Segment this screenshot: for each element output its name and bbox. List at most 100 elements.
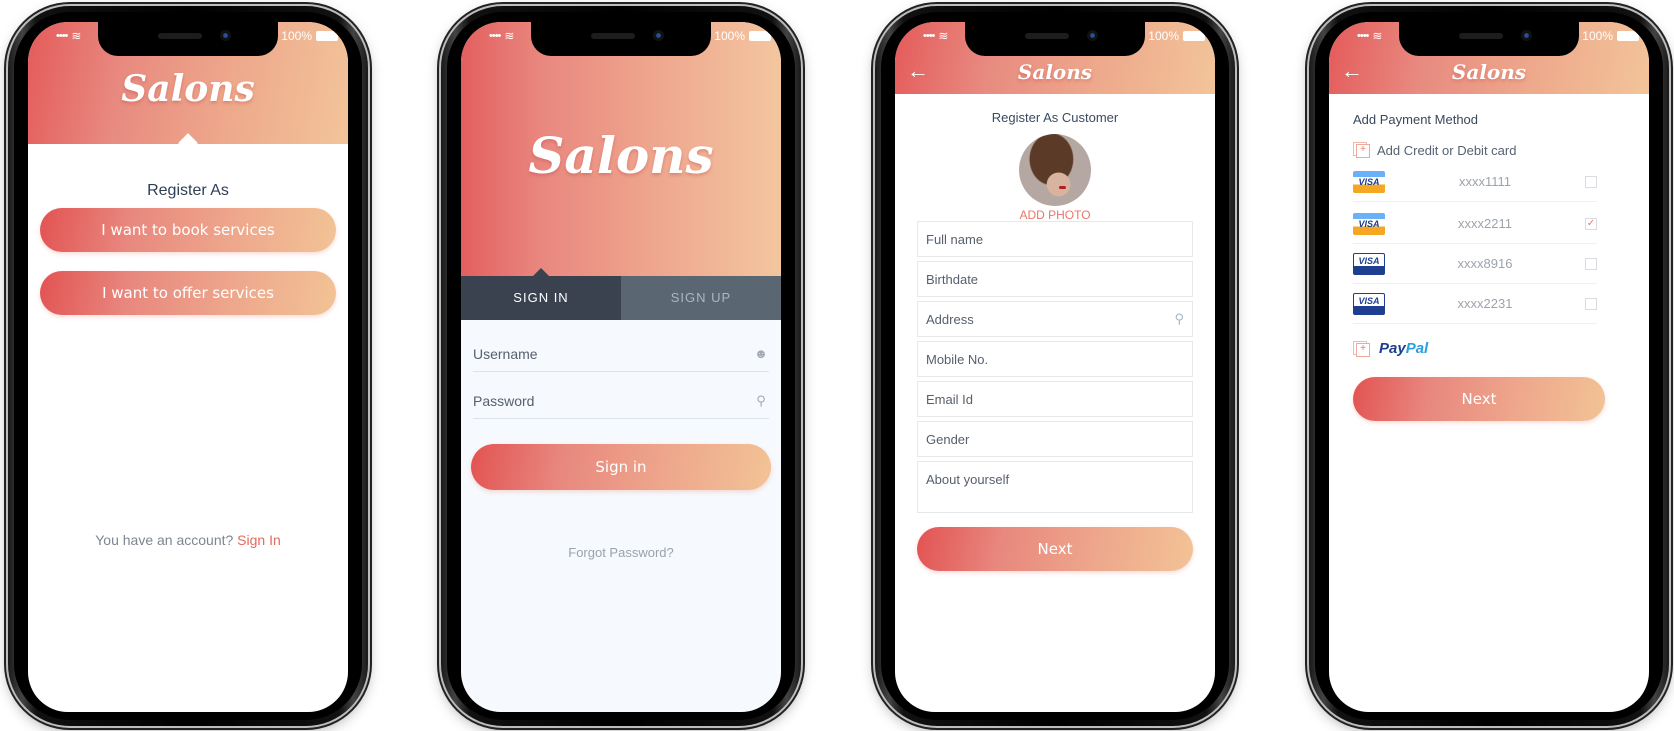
card-number: xxxx2231 [1457,296,1513,311]
battery-icon [316,31,338,41]
password-placeholder: Password [473,392,535,409]
card-checkbox[interactable] [1585,297,1597,310]
address-placeholder: Address [926,311,974,327]
card-number: xxxx8916 [1457,256,1513,271]
status-left: •••• ≋ [489,29,514,43]
add-paypal-icon [1353,340,1370,357]
next-button[interactable]: Next [1353,377,1605,421]
phone-sign-in: Salons •••• ≋ 100% SIGN IN SIGN UP Userna… [441,6,801,726]
screen-register-customer: ← Salons •••• ≋ 100% Register As Customer… [895,22,1215,712]
signin-prompt-text: You have an account? [95,532,234,548]
add-card-label: Add Credit or Debit card [1377,142,1517,158]
visa-debit-card-icon: VISA [1353,292,1385,315]
card-row[interactable]: VISA xxxx2211 ✓ [1353,204,1597,244]
phone-payment-method: ← Salons ••••≋ 100% Add Payment Method A… [1309,6,1669,726]
offer-services-button[interactable]: I want to offer services [40,271,336,315]
status-right: 100% [714,29,771,43]
email-placeholder: Email Id [926,391,973,407]
mobile-placeholder: Mobile No. [926,351,989,367]
tab-caret [533,268,549,276]
signal-icon: •••• [489,30,501,42]
signal-icon: •••• [56,30,68,42]
card-number: xxxx2211 [1458,216,1512,231]
birthdate-input[interactable]: Birthdate [917,261,1193,297]
card-row[interactable]: VISA xxxx2231 [1353,284,1597,324]
signal-icon: •••• [1357,30,1369,42]
full-name-input[interactable]: Full name [917,221,1193,257]
signin-prompt: You have an account? Sign In [28,532,348,548]
book-services-button[interactable]: I want to book services [40,208,336,252]
notch [1399,22,1579,56]
notch [98,22,278,56]
register-customer-title: Register As Customer [991,110,1119,125]
user-icon: ☻ [754,345,768,361]
wifi-icon: ≋ [504,29,515,43]
add-card-button[interactable]: Add Credit or Debit card [1353,142,1516,158]
add-paypal-button[interactable]: PayPal [1353,340,1428,357]
about-textarea[interactable]: About yourself [917,461,1193,513]
gender-placeholder: Gender [926,431,970,447]
phone-register-customer: ← Salons •••• ≋ 100% Register As Customer… [875,6,1235,726]
mobile-input[interactable]: Mobile No. [917,341,1193,377]
header: Salons [461,22,781,276]
register-title: Register As [147,182,229,199]
add-card-icon [1353,142,1370,158]
app-logo: Salons [121,68,255,110]
username-placeholder: Username [473,345,538,362]
battery-icon [1617,31,1639,41]
status-left: •••• ≋ [56,29,81,43]
signal-icon: •••• [923,30,935,42]
full-name-placeholder: Full name [926,231,984,247]
password-input[interactable]: Password ⚲ [473,383,769,419]
visa-debit-card-icon: VISA [1353,252,1385,275]
mockup-stage: Salons •••• ≋ 100% Register As I want to … [0,0,1674,731]
about-placeholder: About yourself [926,472,1010,487]
status-left: •••• ≋ [923,29,948,43]
battery-percent: 100% [281,29,312,43]
payment-title: Add Payment Method [1353,112,1479,127]
status-left: •••• ≋ [1357,29,1382,43]
status-right: 100% [1148,29,1205,43]
card-row[interactable]: VISA xxxx8916 [1353,244,1597,284]
battery-icon [749,31,771,41]
card-checkbox[interactable] [1585,257,1597,270]
card-number: xxxx1111 [1458,174,1512,189]
next-button[interactable]: Next [917,527,1193,571]
card-checkbox[interactable] [1585,175,1597,188]
card-checkbox-checked[interactable]: ✓ [1585,217,1597,230]
add-photo-link[interactable]: ADD PHOTO [895,208,1215,222]
key-icon: ⚲ [756,392,766,408]
signin-link[interactable]: Sign In [237,532,281,548]
status-right: 100% [1582,29,1639,43]
paypal-logo: PayPal [1379,340,1429,357]
notch [531,22,711,56]
visa-card-icon: VISA [1353,212,1385,235]
tab-sign-up[interactable]: SIGN UP [621,276,781,320]
battery-percent: 100% [714,29,745,43]
battery-percent: 100% [1582,29,1613,43]
app-logo: Salons [528,126,714,185]
wifi-icon: ≋ [938,29,949,43]
wifi-icon: ≋ [1372,29,1383,43]
username-input[interactable]: Username ☻ [473,336,769,372]
app-logo: Salons [1451,60,1527,84]
gender-input[interactable]: Gender [917,421,1193,457]
location-pin-icon: ⚲ [1174,311,1184,326]
card-row[interactable]: VISA xxxx1111 [1353,162,1597,202]
screen-payment-method: ← Salons ••••≋ 100% Add Payment Method A… [1329,22,1649,712]
app-logo: Salons [1017,60,1093,84]
sign-in-button[interactable]: Sign in [471,444,771,490]
notch [965,22,1145,56]
email-input[interactable]: Email Id [917,381,1193,417]
profile-photo[interactable] [1019,134,1091,206]
auth-tabs: SIGN IN SIGN UP [461,276,781,320]
screen-sign-in: Salons •••• ≋ 100% SIGN IN SIGN UP Userna… [461,22,781,712]
forgot-password-link[interactable]: Forgot Password? [461,545,781,560]
address-input[interactable]: Address ⚲ [917,301,1193,337]
wifi-icon: ≋ [71,29,82,43]
birthdate-placeholder: Birthdate [926,271,979,287]
visa-card-icon: VISA [1353,170,1385,193]
tab-sign-in[interactable]: SIGN IN [461,276,621,320]
screen-register-as: Salons •••• ≋ 100% Register As I want to … [28,22,348,712]
battery-percent: 100% [1148,29,1179,43]
